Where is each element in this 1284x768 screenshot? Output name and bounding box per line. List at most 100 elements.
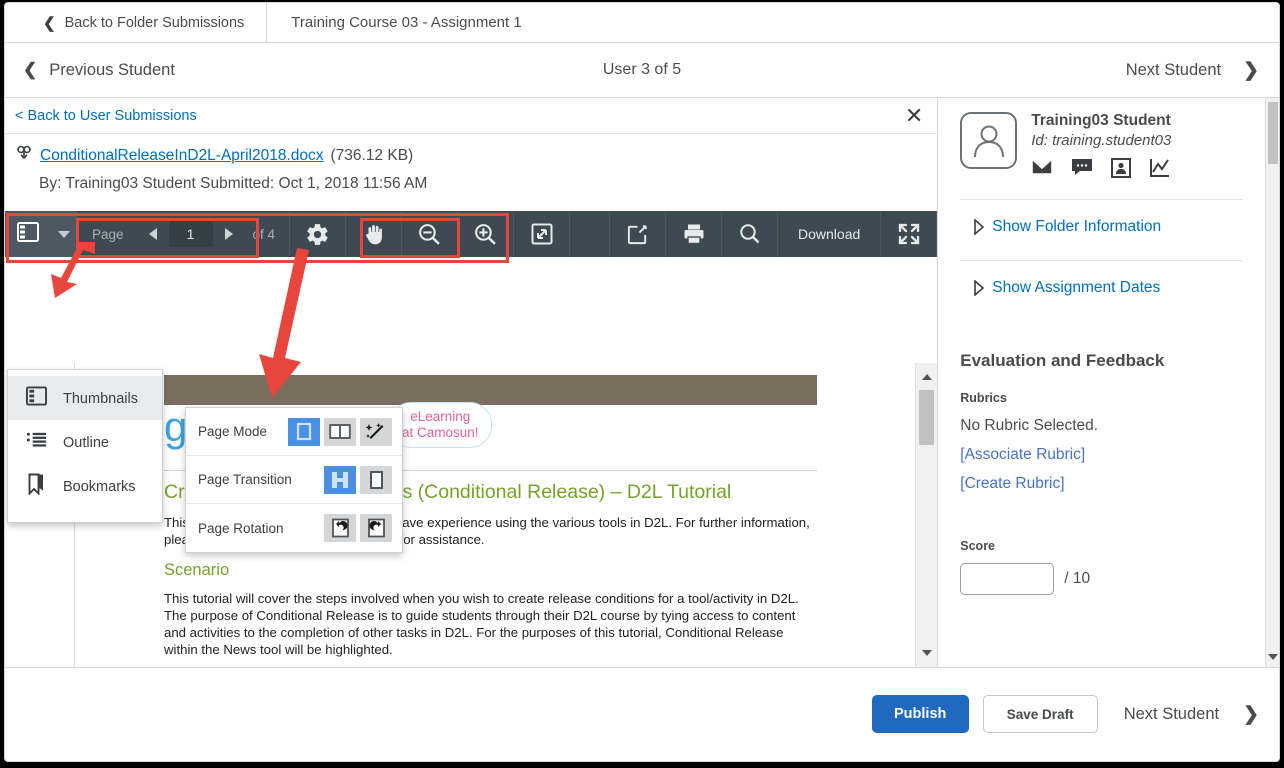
document-banner <box>164 375 818 405</box>
student-id: Id: training.student03 <box>1031 132 1172 149</box>
pan-tool-button[interactable] <box>346 211 403 257</box>
rotate-counterclockwise-button[interactable] <box>324 514 356 542</box>
chevron-right-icon: ❯ <box>1243 703 1259 725</box>
print-button[interactable] <box>666 211 722 257</box>
triangle-down-icon <box>922 650 933 656</box>
rotate-clockwise-button[interactable] <box>360 514 392 542</box>
bubble-line-1: eLearning <box>410 409 471 424</box>
triangle-down-icon <box>1268 654 1278 660</box>
student-details: Training03 Student Id: training.student0… <box>1031 112 1171 183</box>
body-split: < Back to User Submissions ✕ Conditional… <box>5 98 1279 667</box>
show-folder-information-toggle[interactable]: Show Folder Information <box>938 200 1265 254</box>
profile-icon[interactable] <box>1111 158 1132 183</box>
score-row: / 10 <box>938 553 1265 595</box>
score-input[interactable] <box>960 563 1055 595</box>
scroll-up-button[interactable] <box>916 367 937 387</box>
expand-arrows-icon <box>897 222 921 246</box>
sidebar-view-dropdown-menu[interactable]: Thumbnails Outline Bookmarks <box>7 369 163 523</box>
associate-rubric-link[interactable]: [Associate Rubric] <box>938 435 1265 464</box>
page-mode-double-button[interactable] <box>324 417 356 446</box>
scroll-down-button[interactable] <box>916 643 937 663</box>
scroll-down-button[interactable] <box>1266 649 1279 665</box>
next-student-button-top[interactable]: Next Student ❯ <box>1126 59 1279 82</box>
zoom-in-button[interactable] <box>458 211 515 257</box>
email-icon[interactable] <box>1031 158 1054 183</box>
file-row: ConditionalReleaseInD2L-April2018.docx (… <box>15 144 937 167</box>
top-bar: ❮ Back to Folder Submissions Training Co… <box>5 3 1279 43</box>
student-nav-bar: ❮ Previous Student User 3 of 5 Next Stud… <box>5 43 1279 98</box>
toolbar-spacer <box>570 211 610 257</box>
transition-continuous-button[interactable] <box>324 465 356 494</box>
fit-page-icon <box>530 222 554 246</box>
triangle-right-icon <box>224 228 233 240</box>
scrollbar-thumb[interactable] <box>1268 102 1278 164</box>
show-folder-information-label: Show Folder Information <box>992 218 1162 235</box>
speech-bubble: eLearning at Camosun! <box>389 402 492 448</box>
progress-chart-icon[interactable] <box>1149 158 1171 183</box>
zoom-out-button[interactable] <box>402 211 459 257</box>
triangle-up-icon <box>922 374 933 380</box>
page-mode-auto-button[interactable] <box>360 417 392 446</box>
download-button[interactable]: Download <box>778 211 882 257</box>
sidebar-panel-toggle-button[interactable] <box>5 211 50 257</box>
submission-header: < Back to User Submissions ✕ <box>5 98 938 134</box>
message-icon[interactable] <box>1071 158 1093 183</box>
page-transition-buttons <box>324 465 392 494</box>
menu-item-bookmarks[interactable]: Bookmarks <box>8 464 162 508</box>
menu-item-thumbnails[interactable]: Thumbnails <box>8 376 162 420</box>
document-vertical-scrollbar[interactable] <box>915 363 938 667</box>
user-counter: User 3 of 5 <box>602 61 682 78</box>
previous-student-button[interactable]: ❮ Previous Student <box>5 60 175 80</box>
evaluation-sidebar-content: Training03 Student Id: training.student0… <box>938 98 1265 667</box>
thumbnails-icon <box>26 386 47 410</box>
annotate-button[interactable] <box>610 211 666 257</box>
create-rubric-link[interactable]: [Create Rubric] <box>938 464 1265 493</box>
transition-single-button[interactable] <box>360 465 392 494</box>
chevron-right-icon: ❯ <box>1243 59 1259 81</box>
save-draft-button[interactable]: Save Draft <box>982 695 1098 733</box>
page-settings-popup[interactable]: Page Mode Page Transition Page Rotation <box>185 407 403 553</box>
fullscreen-button[interactable] <box>881 211 938 257</box>
action-footer: Publish Save Draft Next Student ❯ <box>5 667 1279 760</box>
page-transition-label: Page Transition <box>198 472 292 487</box>
back-to-folder-submissions-button[interactable]: ❮ Back to Folder Submissions <box>5 3 268 42</box>
page-settings-button[interactable] <box>290 211 347 257</box>
search-document-button[interactable] <box>722 211 778 257</box>
page-number-input[interactable]: 1 <box>168 221 213 247</box>
page-rotation-buttons <box>324 514 392 542</box>
close-icon[interactable]: ✕ <box>905 104 923 127</box>
grader-window: ❮ Back to Folder Submissions Training Co… <box>4 2 1280 762</box>
student-summary: Training03 Student Id: training.student0… <box>938 98 1265 193</box>
file-name-link[interactable]: ConditionalReleaseInD2L-April2018.docx <box>40 147 323 165</box>
menu-item-label: Bookmarks <box>63 478 136 495</box>
brand-letter: g <box>164 403 188 450</box>
document-scenario-paragraph: This tutorial will cover the steps invol… <box>164 591 799 657</box>
fit-page-button[interactable] <box>514 211 571 257</box>
menu-item-outline[interactable]: Outline <box>8 420 162 464</box>
back-to-user-submissions-link[interactable]: < Back to User Submissions <box>15 108 197 124</box>
zoom-out-icon <box>417 222 442 247</box>
sidebar-panel-dropdown-button[interactable] <box>50 211 78 257</box>
page-mode-single-button[interactable] <box>288 417 320 446</box>
document-toolbar: Page 1 of 4 Download <box>5 211 938 257</box>
show-assignment-dates-label: Show Assignment Dates <box>992 279 1161 296</box>
chevron-down-icon <box>57 230 70 238</box>
publish-button[interactable]: Publish <box>871 695 969 733</box>
sidebar-scrollbar[interactable] <box>1265 98 1279 667</box>
outline-icon <box>26 430 47 454</box>
next-page-button[interactable] <box>213 211 245 257</box>
page-navigation-group: Page 1 of 4 <box>78 211 291 257</box>
zoom-in-icon <box>473 222 498 247</box>
evaluation-heading: Evaluation and Feedback <box>960 351 1165 370</box>
hand-icon <box>362 222 386 247</box>
avatar <box>960 112 1018 169</box>
thumbnails-panel-icon <box>16 221 39 247</box>
menu-item-label: Outline <box>63 434 109 451</box>
next-student-button-footer[interactable]: Next Student ❯ <box>1112 703 1259 726</box>
scrollbar-thumb[interactable] <box>919 390 935 445</box>
previous-page-button[interactable] <box>137 211 169 257</box>
document-heading-scenario: Scenario <box>164 561 230 579</box>
file-info: ConditionalReleaseInD2L-April2018.docx (… <box>5 134 937 211</box>
show-assignment-dates-toggle[interactable]: Show Assignment Dates <box>938 261 1265 315</box>
triangle-left-icon <box>148 228 157 240</box>
